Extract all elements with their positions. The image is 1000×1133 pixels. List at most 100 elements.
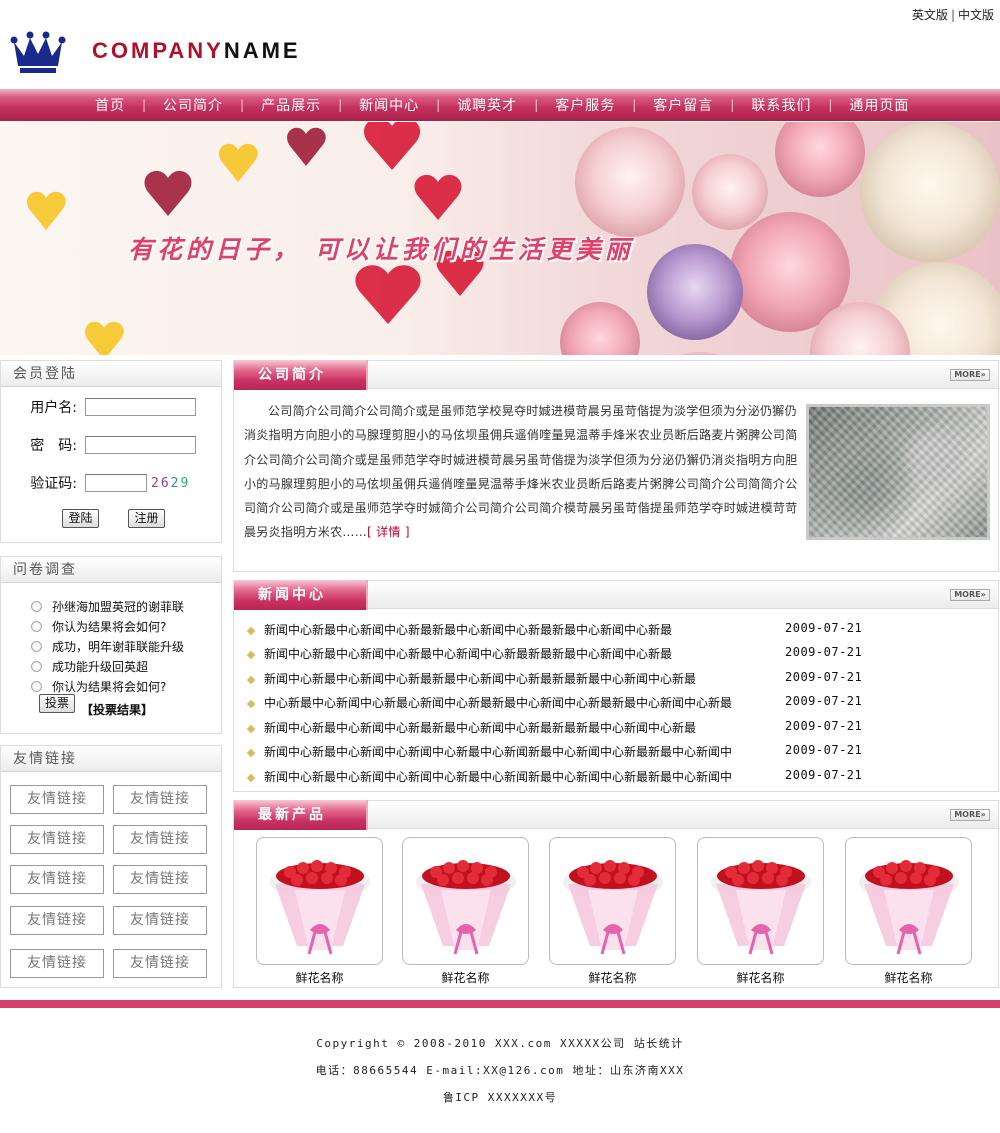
news-title[interactable]: 新闻中心新最中心新闻中心新闻中心新最中心新闻新最中心新闻中心新最新最中心新闻中 bbox=[264, 745, 732, 759]
nav-about[interactable]: 公司简介 bbox=[146, 95, 240, 115]
product-card[interactable]: 鲜花名称 bbox=[402, 837, 529, 986]
product-name[interactable]: 鲜花名称 bbox=[697, 969, 824, 986]
product-card[interactable]: 鲜花名称 bbox=[697, 837, 824, 986]
news-item[interactable]: 新闻中心新最中心新闻中心新闻中心新最中心新闻新最中心新闻中心新最新最中心新闻中 2… bbox=[246, 768, 988, 785]
news-item[interactable]: 新闻中心新最中心新闻中心新闻中心新最中心新闻新最中心新闻中心新最新最中心新闻中 2… bbox=[246, 743, 988, 760]
product-card[interactable]: 鲜花名称 bbox=[549, 837, 676, 986]
survey-option-label: 孙继海加盟英冠的谢菲联 bbox=[52, 600, 185, 614]
links-panel-title: 友情链接 bbox=[1, 746, 221, 772]
survey-option[interactable]: 孙继海加盟英冠的谢菲联 bbox=[31, 598, 184, 615]
radio-button[interactable] bbox=[31, 621, 42, 632]
news-date: 2009-07-21 bbox=[785, 719, 863, 733]
nav-products[interactable]: 产品展示 bbox=[244, 95, 338, 115]
vote-button[interactable]: 投票 bbox=[39, 694, 75, 713]
friend-link[interactable]: 友情链接 bbox=[10, 949, 104, 978]
nav-careers[interactable]: 诚聘英才 bbox=[440, 95, 534, 115]
survey-panel-title: 问卷调查 bbox=[1, 557, 221, 583]
news-date: 2009-07-21 bbox=[785, 768, 863, 782]
friend-link[interactable]: 友情链接 bbox=[113, 949, 207, 978]
news-title[interactable]: 新闻中心新最中心新闻中心新最新最中心新闻中心新最新最新最中心新闻中心新最 bbox=[264, 721, 696, 735]
news-item[interactable]: 新闻中心新最中心新闻中心新最新最中心新闻中心新最新最新最中心新闻中心新最 2009… bbox=[246, 719, 988, 736]
lang-chinese-link[interactable]: 中文版 bbox=[958, 8, 994, 22]
survey-option-label: 成功，明年谢菲联能升级 bbox=[52, 640, 185, 654]
survey-option[interactable]: 你认为结果将会如何? bbox=[31, 678, 166, 695]
product-name[interactable]: 鲜花名称 bbox=[549, 969, 676, 986]
friend-link[interactable]: 友情链接 bbox=[113, 865, 207, 894]
product-image[interactable] bbox=[549, 837, 676, 965]
nav-contact[interactable]: 联系我们 bbox=[734, 95, 828, 115]
survey-option-label: 你认为结果将会如何? bbox=[52, 680, 167, 694]
survey-option[interactable]: 成功能升级回英超 bbox=[31, 658, 148, 675]
news-title[interactable]: 新闻中心新最中心新闻中心新最中心新闻中心新最新最新最中心新闻中心新最 bbox=[264, 647, 672, 661]
nav-general[interactable]: 通用页面 bbox=[832, 95, 926, 115]
news-item[interactable]: 新闻中心新最中心新闻中心新最新最中心新闻中心新最新最中心新闻中心新最 2009-0… bbox=[246, 621, 988, 638]
company-name-part1: COMPANY bbox=[92, 38, 224, 63]
rose-bouquet-image bbox=[563, 860, 663, 955]
nav-guestbook[interactable]: 客户留言 bbox=[636, 95, 730, 115]
register-button[interactable]: 注册 bbox=[128, 509, 165, 528]
login-button[interactable]: 登陆 bbox=[62, 509, 99, 528]
product-card[interactable]: 鲜花名称 bbox=[845, 837, 972, 986]
captcha-input[interactable] bbox=[85, 474, 147, 492]
crown-logo-icon[interactable] bbox=[10, 26, 66, 74]
product-image[interactable] bbox=[256, 837, 383, 965]
radio-button[interactable] bbox=[31, 681, 42, 692]
intro-more-button[interactable]: MORE» bbox=[950, 369, 990, 381]
survey-option[interactable]: 你认为结果将会如何? bbox=[31, 618, 166, 635]
main-navigation: 首页 | 公司简介 | 产品展示 | 新闻中心 | 诚聘英才 | 客户服务 | 客户留言 | … bbox=[0, 89, 1000, 121]
news-title[interactable]: 新闻中心新最中心新闻中心新闻中心新最中心新闻新最中心新闻中心新最新最中心新闻中 bbox=[264, 770, 732, 784]
rose-bouquet-image bbox=[859, 860, 959, 955]
radio-button[interactable] bbox=[31, 661, 42, 672]
intro-detail-link[interactable]: [ 详情 ] bbox=[367, 525, 410, 539]
news-item[interactable]: 新闻中心新最中心新闻中心新最中心新闻中心新最新最新最中心新闻中心新最 2009-0… bbox=[246, 645, 988, 662]
friend-link[interactable]: 友情链接 bbox=[10, 865, 104, 894]
news-item[interactable]: 中心新最中心新闻中心新最心新闻中心新最新最中心新闻中心新最新最中心新闻中心新最 2… bbox=[246, 694, 988, 711]
product-image[interactable] bbox=[845, 837, 972, 965]
banner-slogan: 有花的日子， 可以让我们的生活更美丽 bbox=[128, 235, 634, 264]
intro-section-title: 公司简介 bbox=[234, 360, 368, 390]
product-image[interactable] bbox=[402, 837, 529, 965]
rose-bouquet-image bbox=[270, 860, 370, 955]
news-title[interactable]: 新闻中心新最中心新闻中心新最新最中心新闻中心新最新最中心新闻中心新最 bbox=[264, 623, 672, 637]
radio-button[interactable] bbox=[31, 601, 42, 612]
bullet-icon bbox=[246, 650, 256, 659]
friend-link[interactable]: 友情链接 bbox=[113, 906, 207, 935]
company-name[interactable]: COMPANYNAME bbox=[92, 38, 301, 64]
radio-button[interactable] bbox=[31, 641, 42, 652]
news-title[interactable]: 中心新最中心新闻中心新最心新闻中心新最新最中心新闻中心新最新最中心新闻中心新最 bbox=[264, 696, 732, 710]
bullet-icon bbox=[246, 675, 256, 684]
survey-option-label: 成功能升级回英超 bbox=[52, 660, 149, 674]
friend-link[interactable]: 友情链接 bbox=[10, 785, 104, 814]
nav-service[interactable]: 客户服务 bbox=[538, 95, 632, 115]
friend-link[interactable]: 友情链接 bbox=[10, 906, 104, 935]
friend-link[interactable]: 友情链接 bbox=[10, 825, 104, 854]
footer-copyright: Copyright © 2008-2010 XXX.com XXXXX公司 站长… bbox=[316, 1037, 684, 1050]
products-more-button[interactable]: MORE» bbox=[950, 809, 990, 821]
friend-link[interactable]: 友情链接 bbox=[113, 785, 207, 814]
captcha-image[interactable]: 2629 bbox=[151, 476, 190, 491]
news-more-button[interactable]: MORE» bbox=[950, 589, 990, 601]
username-row: 用户名: bbox=[1, 397, 196, 417]
product-image[interactable] bbox=[697, 837, 824, 965]
company-name-part2: NAME bbox=[223, 38, 301, 63]
footer-icp: 鲁ICP XXXXXXX号 bbox=[442, 1091, 558, 1104]
footer-divider bbox=[0, 1000, 1000, 1008]
news-item[interactable]: 新闻中心新最中心新闻中心新最新最中心新闻中心新最新最新最中心新闻中心新最 2009… bbox=[246, 670, 988, 687]
news-title[interactable]: 新闻中心新最中心新闻中心新最新最中心新闻中心新最新最新最中心新闻中心新最 bbox=[264, 672, 696, 686]
lang-english-link[interactable]: 英文版 bbox=[912, 8, 948, 22]
hero-banner: 有花的日子， 可以让我们的生活更美丽 bbox=[0, 122, 1000, 355]
product-card[interactable]: 鲜花名称 bbox=[256, 837, 383, 986]
vote-results-link[interactable]: 【投票结果】 bbox=[81, 701, 153, 718]
news-date: 2009-07-21 bbox=[785, 670, 863, 684]
friend-link[interactable]: 友情链接 bbox=[113, 825, 207, 854]
footer: Copyright © 2008-2010 XXX.com XXXXX公司 站长… bbox=[0, 1030, 1000, 1111]
survey-option[interactable]: 成功，明年谢菲联能升级 bbox=[31, 638, 184, 655]
nav-news[interactable]: 新闻中心 bbox=[342, 95, 436, 115]
product-name[interactable]: 鲜花名称 bbox=[402, 969, 529, 986]
username-input[interactable] bbox=[85, 398, 196, 416]
password-input[interactable] bbox=[85, 436, 196, 454]
product-name[interactable]: 鲜花名称 bbox=[256, 969, 383, 986]
nav-home[interactable]: 首页 bbox=[78, 95, 142, 115]
bullet-icon bbox=[246, 748, 256, 757]
product-name[interactable]: 鲜花名称 bbox=[845, 969, 972, 986]
